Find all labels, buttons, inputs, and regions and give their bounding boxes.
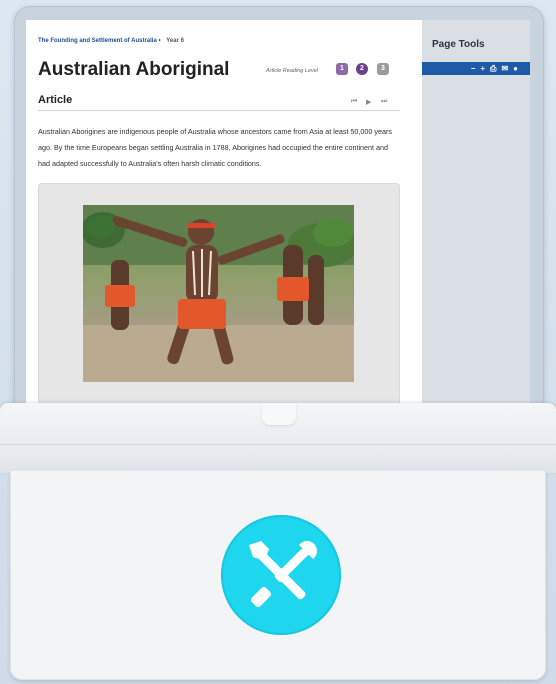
skip-forward-icon[interactable]: ⏭ bbox=[381, 98, 387, 106]
globe-icon[interactable]: ● bbox=[513, 64, 518, 73]
breadcrumb-separator: • bbox=[158, 38, 161, 44]
toolbox-latch[interactable] bbox=[262, 403, 296, 425]
reading-level-label: Article Reading Level bbox=[266, 68, 318, 74]
article-body: Australian Aborigines are indigenous peo… bbox=[38, 127, 392, 168]
page-tools-title: Page Tools bbox=[432, 39, 485, 50]
section-divider bbox=[38, 110, 400, 111]
breadcrumb-year: Year 6 bbox=[166, 38, 184, 44]
print-icon[interactable]: ⎙ bbox=[490, 64, 496, 73]
page-tools-panel bbox=[422, 20, 530, 405]
tools-badge[interactable] bbox=[221, 515, 341, 635]
breadcrumb[interactable]: The Founding and Settlement of Australia… bbox=[38, 38, 184, 44]
reading-level-3-button[interactable]: 3 bbox=[377, 63, 389, 75]
page-title: Australian Aboriginal bbox=[38, 59, 230, 80]
zoom-out-icon[interactable]: − bbox=[471, 64, 476, 73]
play-icon[interactable]: ▶ bbox=[366, 98, 371, 106]
reading-level-2-button[interactable]: 2 bbox=[356, 63, 368, 75]
toolbox-seam bbox=[0, 444, 556, 445]
article-photo[interactable] bbox=[83, 205, 354, 382]
skip-back-icon[interactable]: ⏮ bbox=[351, 98, 357, 106]
wrench-screwdriver-icon bbox=[249, 541, 317, 608]
dancers-illustration bbox=[83, 205, 354, 382]
breadcrumb-course[interactable]: The Founding and Settlement of Australia bbox=[38, 38, 157, 44]
section-title: Article bbox=[38, 94, 73, 106]
reading-level-1-button[interactable]: 1 bbox=[336, 63, 348, 75]
zoom-in-icon[interactable]: + bbox=[480, 64, 485, 73]
email-icon[interactable]: ✉ bbox=[501, 64, 508, 73]
page-tools-toolbar: − + ⎙ ✉ ● bbox=[422, 62, 530, 75]
